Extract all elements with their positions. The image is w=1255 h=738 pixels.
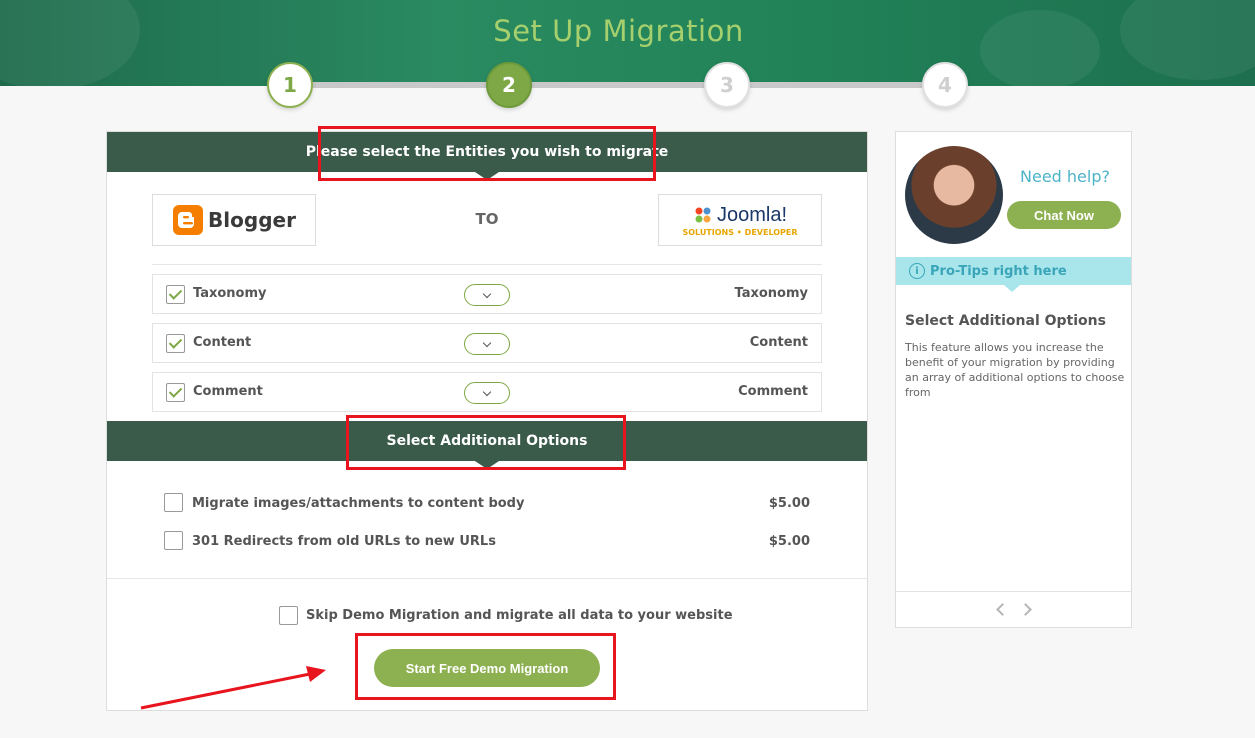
highlight-entities-title	[318, 126, 656, 181]
annotation-arrow	[140, 666, 326, 710]
target-platform-tagline: SOLUTIONS • DEVELOPER	[682, 227, 798, 237]
option-price: $5.00	[768, 496, 810, 511]
chevron-down-icon	[482, 338, 492, 347]
highlight-start-button	[355, 633, 616, 700]
skip-demo-label: Skip Demo Migration and migrate all data…	[306, 608, 733, 623]
chevron-left-icon[interactable]	[995, 603, 1009, 616]
support-avatar	[905, 146, 1003, 244]
entity-source-label: Comment	[193, 384, 263, 399]
chevron-down-icon	[482, 289, 492, 298]
entity-target-label: Content	[749, 335, 808, 350]
steps-progress-line	[290, 82, 946, 88]
entity-row-comment: Comment Comment	[152, 372, 822, 412]
tips-pagination	[896, 591, 1131, 627]
chat-now-button[interactable]: Chat Now	[1007, 201, 1121, 229]
entity-row-taxonomy: Taxonomy Taxonomy	[152, 274, 822, 314]
protips-label: Pro-Tips right here	[930, 263, 1067, 279]
step-1: 1	[267, 62, 313, 108]
entity-mapping-dropdown[interactable]	[464, 382, 510, 404]
entity-source-label: Content	[193, 335, 252, 350]
entity-checkbox-taxonomy[interactable]	[166, 285, 185, 304]
tip-text: This feature allows you increase the ben…	[905, 341, 1125, 399]
entity-mapping-dropdown[interactable]	[464, 333, 510, 355]
blogger-icon	[173, 205, 204, 235]
entity-checkbox-content[interactable]	[166, 334, 185, 353]
highlight-options-title	[346, 415, 626, 470]
page-title: Set Up Migration	[493, 14, 744, 48]
page-header: Set Up Migration	[0, 0, 1255, 86]
chevron-right-icon[interactable]	[1018, 603, 1032, 616]
option-row-images: Migrate images/attachments to content bo…	[164, 493, 810, 517]
joomla-icon	[695, 207, 711, 223]
info-icon: i	[909, 263, 925, 279]
chevron-down-icon	[482, 387, 492, 396]
option-checkbox-images[interactable]	[164, 493, 183, 512]
option-price: $5.00	[768, 534, 810, 549]
migration-setup-panel: Please select the Entities you wish to m…	[106, 126, 868, 711]
step-2: 2	[486, 62, 532, 108]
need-help-label: Need help?	[1020, 167, 1110, 186]
option-label: 301 Redirects from old URLs to new URLs	[192, 534, 496, 549]
target-platform-name: Joomla!	[716, 203, 788, 226]
divider	[107, 578, 867, 579]
entity-target-label: Taxonomy	[734, 286, 809, 301]
skip-demo-checkbox[interactable]	[279, 606, 298, 625]
option-checkbox-redirects[interactable]	[164, 531, 183, 550]
protips-notch	[1004, 285, 1020, 292]
step-3: 3	[704, 62, 750, 108]
to-label: TO	[475, 210, 499, 228]
tip-title: Select Additional Options	[905, 313, 1106, 329]
source-platform-name: Blogger	[208, 208, 296, 232]
entity-checkbox-comment[interactable]	[166, 383, 185, 402]
target-platform-logo: Joomla! SOLUTIONS • DEVELOPER	[658, 194, 822, 246]
entity-mapping-dropdown[interactable]	[464, 284, 510, 306]
help-panel: Need help? Chat Now i Pro-Tips right her…	[895, 131, 1132, 628]
option-label: Migrate images/attachments to content bo…	[192, 496, 525, 511]
divider	[152, 264, 822, 265]
entity-source-label: Taxonomy	[193, 286, 267, 301]
entity-row-content: Content Content	[152, 323, 822, 363]
protips-bar: i Pro-Tips right here	[896, 257, 1131, 292]
source-platform-logo: Blogger	[152, 194, 316, 246]
option-row-redirects: 301 Redirects from old URLs to new URLs …	[164, 531, 810, 555]
entity-target-label: Comment	[738, 384, 808, 399]
step-4: 4	[922, 62, 968, 108]
